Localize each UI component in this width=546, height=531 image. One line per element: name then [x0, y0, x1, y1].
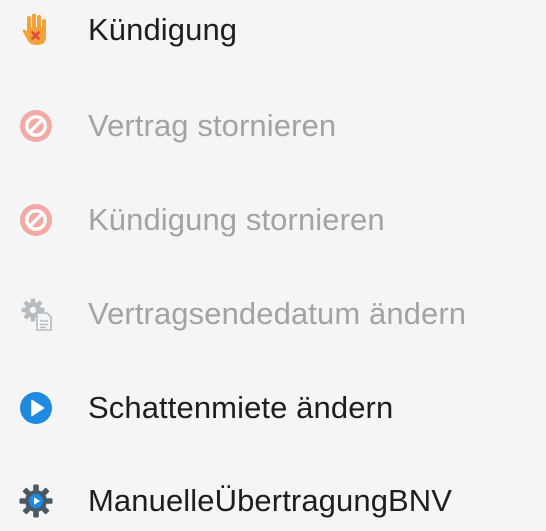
menu-item-label: Vertrag stornieren [88, 108, 337, 143]
context-menu: Kündigung Vertrag stornieren Kündigung s… [0, 0, 546, 519]
menu-item-kuendigung[interactable]: Kündigung [0, 0, 546, 60]
menu-item-vertragsendedatum-aendern[interactable]: Vertragsendedatum ändern [0, 284, 546, 344]
prohibited-icon [18, 108, 54, 144]
prohibited-icon [18, 202, 54, 238]
menu-item-vertrag-stornieren[interactable]: Vertrag stornieren [0, 96, 546, 156]
menu-item-label: Kündigung [88, 12, 238, 47]
gear-play-icon [18, 483, 54, 519]
stop-hand-icon [18, 12, 54, 48]
menu-item-label: Vertragsendedatum ändern [88, 296, 467, 331]
menu-item-kuendigung-stornieren[interactable]: Kündigung stornieren [0, 190, 546, 250]
menu-item-label: ManuelleÜbertragungBNV [88, 483, 453, 518]
gear-document-icon [18, 296, 54, 332]
menu-item-manuelle-uebertragung-bnv[interactable]: ManuelleÜbertragungBNV [0, 471, 546, 531]
menu-item-schattenmiete-aendern[interactable]: Schattenmiete ändern [0, 378, 546, 438]
menu-item-label: Schattenmiete ändern [88, 390, 394, 425]
menu-item-label: Kündigung stornieren [88, 202, 385, 237]
play-circle-icon [18, 390, 54, 426]
